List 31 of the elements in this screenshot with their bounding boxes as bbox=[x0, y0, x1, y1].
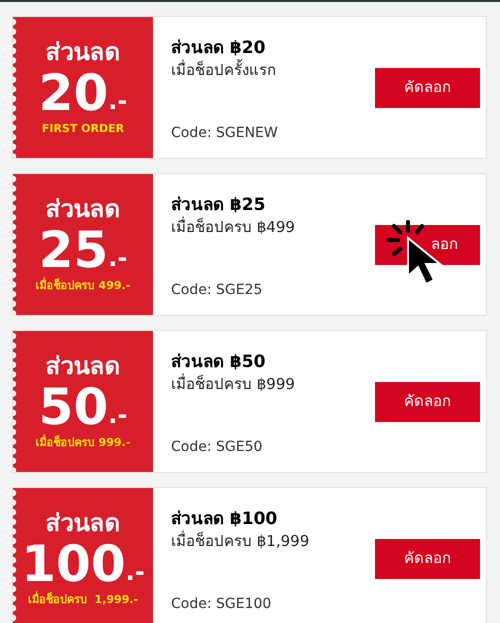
copy-button[interactable]: คัดลอก bbox=[375, 382, 480, 422]
stub-label: ส่วนลด bbox=[46, 194, 120, 224]
stub-note: เมื่อช็อปครบ 499.- bbox=[36, 278, 130, 294]
stub-suffix: .- bbox=[126, 557, 145, 588]
coupon-title: ส่วนลด ฿50 bbox=[171, 351, 266, 373]
coupon-title: ส่วนลด ฿25 bbox=[171, 194, 266, 216]
stub-note: FIRST ORDER bbox=[42, 121, 124, 138]
stub-note: เมื่อช็อปครบ 999.- bbox=[36, 435, 130, 452]
stub-amount: 25 bbox=[38, 224, 108, 276]
coupon-code: Code: SGE25 bbox=[171, 281, 264, 300]
stub-note: เมื่อช็อปครบ 1,999.- bbox=[28, 592, 138, 608]
stub-amount: 100 bbox=[21, 538, 126, 590]
coupon-title: ส่วนลด ฿100 bbox=[171, 508, 278, 530]
coupon-condition: เมื่อช็อปครบ ฿499 bbox=[171, 216, 296, 238]
copy-button[interactable]: คัดลอก bbox=[375, 538, 480, 578]
copy-button[interactable]: คัดลอก bbox=[375, 68, 480, 108]
stub-label: ส่วนลด bbox=[46, 351, 120, 382]
coupon-code: Code: SGE50 bbox=[171, 438, 264, 457]
stub-amount: 20 bbox=[38, 67, 108, 120]
coupon-title: ส่วนลด ฿20 bbox=[171, 37, 266, 59]
coupon-code: Code: SGE100 bbox=[171, 595, 272, 614]
stub-suffix: .- bbox=[108, 86, 128, 118]
stub-suffix: .- bbox=[108, 400, 128, 432]
stub-label: ส่วนลด bbox=[46, 37, 120, 68]
stub-amount: 50 bbox=[38, 381, 108, 434]
stub-suffix: .- bbox=[108, 243, 128, 274]
coupon-condition: เมื่อช็อปครบ ฿999 bbox=[171, 373, 296, 395]
coupon-condition: เมื่อช็อปครั้งแรก bbox=[171, 59, 277, 81]
stub-label: ส่วนลด bbox=[46, 508, 120, 538]
coupon-code: Code: SGENEW bbox=[171, 124, 279, 143]
coupon-condition: เมื่อช็อปครบ ฿1,999 bbox=[171, 530, 310, 552]
